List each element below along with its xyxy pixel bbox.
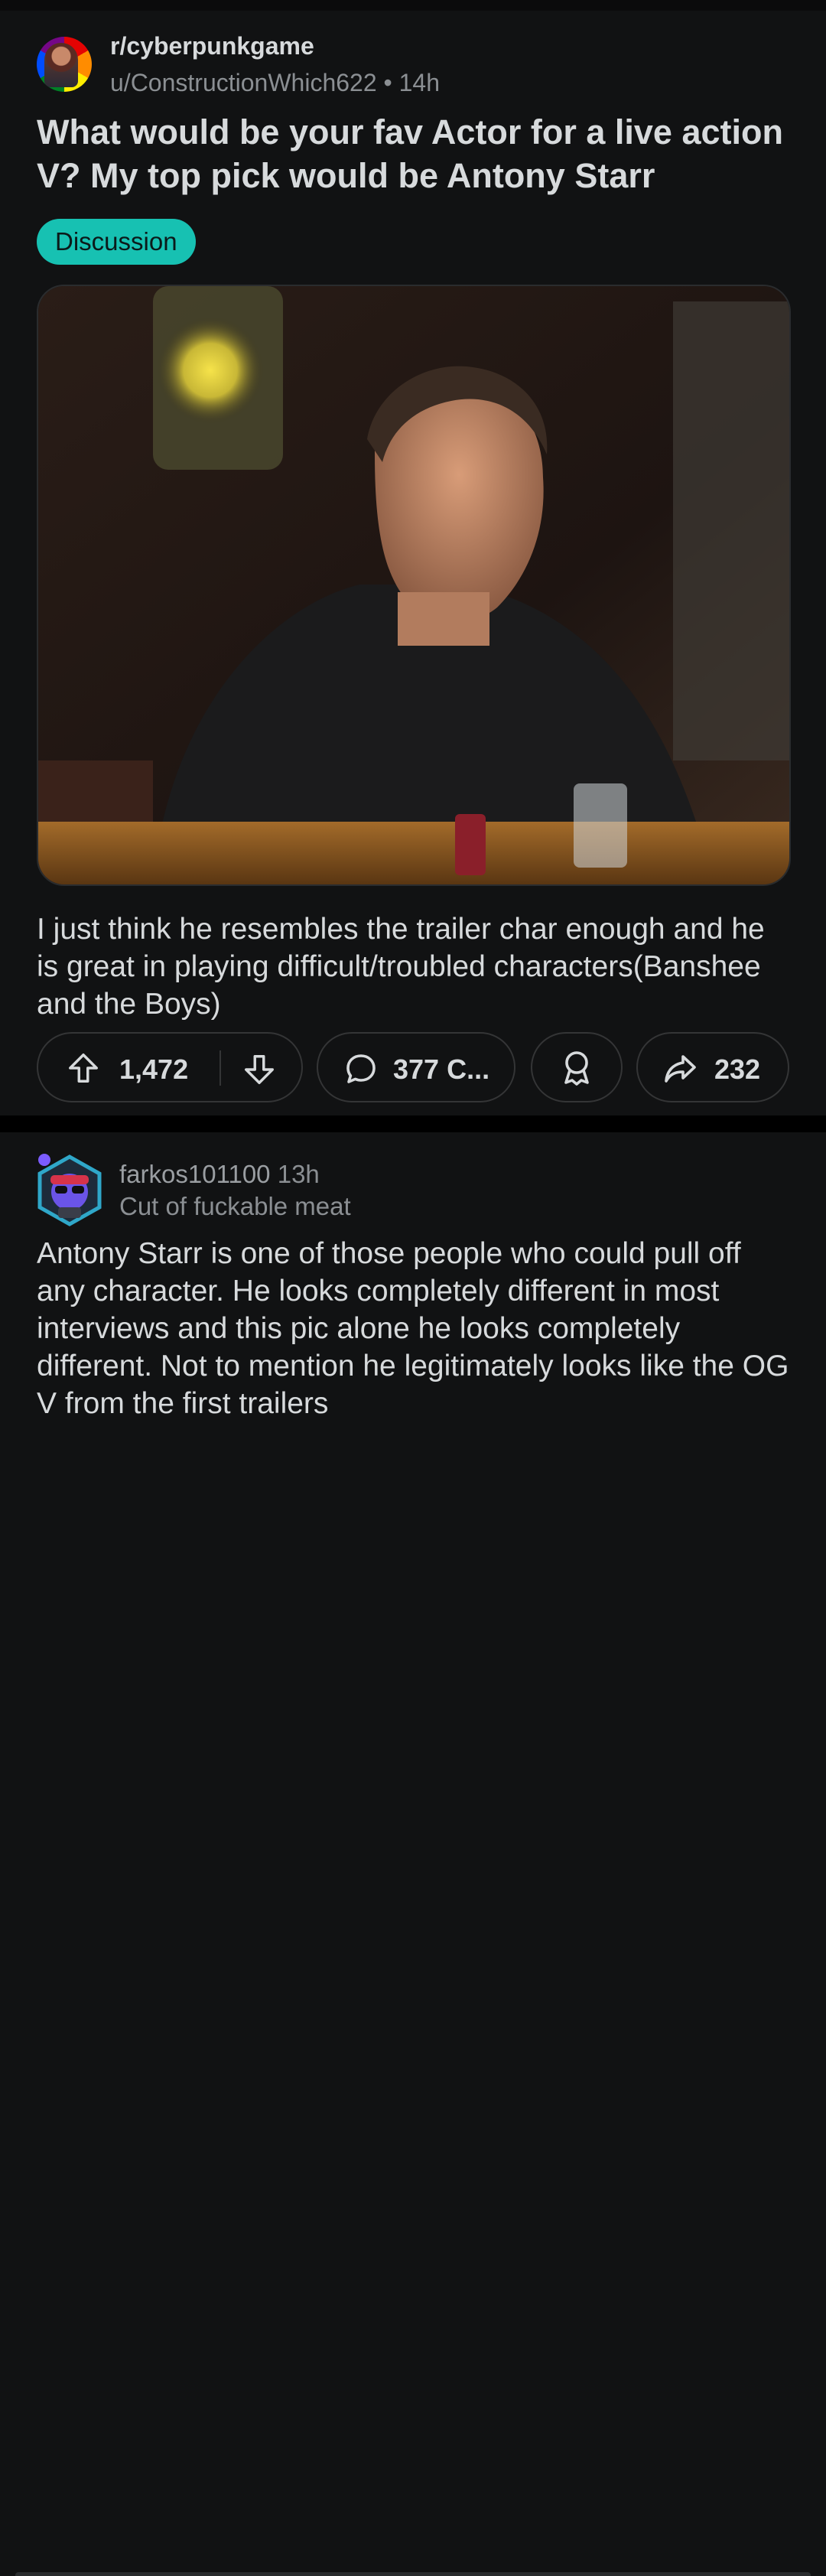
- subreddit-avatar[interactable]: [37, 37, 92, 92]
- comment-card[interactable]: farkos101100 13h Cut of fuckable meat An…: [0, 1132, 826, 2576]
- downvote-icon[interactable]: [242, 1052, 277, 1087]
- award-button[interactable]: [531, 1032, 623, 1102]
- post-actions: 1,472 377 C... 232: [37, 1032, 789, 1106]
- vote-divider: [220, 1050, 221, 1086]
- commenter-avatar[interactable]: [35, 1152, 104, 1229]
- top-divider: [0, 0, 826, 11]
- comment-text: Antony Starr is one of those people who …: [37, 1237, 789, 1420]
- section-separator: [0, 1115, 826, 1132]
- post-photo: [38, 286, 789, 884]
- upvote-icon[interactable]: [66, 1050, 101, 1086]
- comment-meta: farkos101100 13h: [119, 1160, 320, 1189]
- post-title[interactable]: What would be your fav Actor for a live …: [37, 110, 794, 197]
- share-icon: [665, 1055, 696, 1083]
- post-time: • 14h: [383, 69, 440, 96]
- comment-user-flair: Cut of fuckable meat: [119, 1192, 351, 1220]
- next-card-edge: [15, 2572, 811, 2576]
- award-icon: [564, 1051, 589, 1086]
- post-header: r/cyberpunkgame u/ConstructionWhich622 •…: [37, 26, 786, 97]
- post-body: I just think he resembles the trailer ch…: [37, 913, 765, 1021]
- upvote-count: 1,472: [119, 1054, 189, 1085]
- subreddit-name[interactable]: r/cyberpunkgame: [110, 32, 314, 60]
- comments-button[interactable]: 377 C...: [317, 1032, 515, 1102]
- post-flair[interactable]: Discussion: [37, 219, 196, 265]
- post-username[interactable]: u/ConstructionWhich622: [110, 69, 377, 96]
- comments-count: 377 C...: [393, 1054, 490, 1085]
- comment-time: 13h: [277, 1160, 320, 1188]
- post-meta: u/ConstructionWhich622 • 14h: [110, 69, 440, 97]
- share-button[interactable]: 232: [636, 1032, 789, 1102]
- comment-icon: [346, 1054, 376, 1083]
- post-image[interactable]: [37, 285, 791, 886]
- vote-bar: 1,472: [37, 1032, 303, 1102]
- comment-author[interactable]: farkos101100: [119, 1160, 271, 1188]
- share-count: 232: [714, 1054, 761, 1085]
- post-card[interactable]: r/cyberpunkgame u/ConstructionWhich622 •…: [0, 11, 826, 1114]
